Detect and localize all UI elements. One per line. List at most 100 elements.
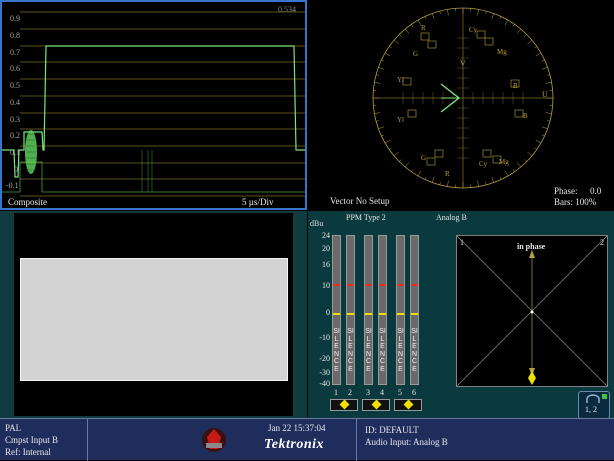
audio-panel[interactable]: dBu PPM Type 2 Analog B 242016100-10-20-… [308, 211, 614, 418]
channel-label: 6 [412, 388, 416, 397]
output-active-indicator [602, 394, 607, 399]
meter-bar: SILENCE [332, 235, 341, 385]
scale-label: 0.7 [10, 48, 20, 57]
channel-label: 3 [366, 388, 370, 397]
meter-silence-text: SILENCE [365, 328, 372, 373]
speaker-output-button[interactable]: 1, 2 [578, 391, 610, 419]
reference-marker [365, 313, 372, 315]
db-scale-label: 16 [322, 260, 330, 269]
phase-diamond [372, 400, 382, 410]
v-axis-label: V [460, 59, 466, 68]
peak-marker [379, 284, 386, 286]
phase-indicator: in phase [517, 242, 545, 251]
brand-logo: Tektronix [264, 437, 324, 453]
scale-label: 0.2 [10, 131, 20, 140]
ppm-label: PPM Type 2 [346, 213, 386, 222]
lissajous-display: 1 2 in phase [456, 235, 608, 387]
scale-label: 0.9 [10, 14, 20, 23]
date-time: Jan 22 15:37:04 [268, 423, 326, 433]
target-label: Mg [499, 158, 509, 166]
meter-bar: SILENCE [378, 235, 387, 385]
target-label: R [445, 170, 450, 178]
target-label: B [513, 82, 518, 90]
channel-label: 1 [334, 388, 338, 397]
video-input: Cmpst Input B [5, 435, 58, 445]
u-axis-label: U [542, 90, 548, 99]
scale-label: 0.1 [10, 148, 20, 157]
scale-label: 0.6 [10, 64, 20, 73]
scale-label: 0.3 [10, 115, 20, 124]
waveform-mode-label: Composite [8, 197, 47, 207]
phase-diamond [404, 400, 414, 410]
target-label: G [413, 50, 418, 58]
target-label: G [421, 154, 426, 162]
device-id: ID: DEFAULT [365, 425, 419, 435]
db-scale-label: 10 [322, 281, 330, 290]
target-label: Cy [479, 160, 488, 168]
target-label: B [523, 112, 528, 120]
reference-marker [379, 313, 386, 315]
status-bar: PAL Cmpst Input B Ref: Internal Jan 22 1… [0, 418, 614, 460]
reference-source: Ref: Internal [5, 447, 51, 457]
waveform-trace [2, 46, 305, 192]
reference-marker [411, 313, 418, 315]
alarm-icon[interactable] [196, 425, 232, 455]
db-scale-label: -20 [319, 354, 330, 363]
channel-label: 4 [380, 388, 384, 397]
meter-silence-text: SILENCE [379, 328, 386, 373]
scale-label: 0.4 [10, 98, 20, 107]
bars-label: Bars: 100% [554, 197, 596, 207]
vectorscope-panel[interactable]: V U R Mg Yl B G Cy Yl Cy G R Mg B Vector… [308, 0, 614, 210]
picture-image [20, 258, 288, 381]
peak-marker [411, 284, 418, 286]
cursor-readout: 0.534 [278, 5, 296, 14]
reference-marker [347, 313, 354, 315]
peak-marker [333, 284, 340, 286]
device-info[interactable]: ID: DEFAULT Audio Input: Analog B [356, 419, 614, 461]
target-label: Cy [469, 26, 478, 34]
phase-diamond [340, 400, 350, 410]
db-scale-label: 24 [322, 231, 330, 240]
meter-bar: SILENCE [346, 235, 355, 385]
meter-silence-text: SILENCE [347, 328, 354, 373]
phase-label: Phase: [554, 186, 578, 196]
pair-phase-indicator [362, 399, 390, 411]
db-scale-label: 20 [322, 244, 330, 253]
lissajous-left-label: 1 [460, 238, 464, 247]
channel-label: 2 [348, 388, 352, 397]
vectorscope-graticule: V U R Mg Yl B G Cy Yl Cy G R Mg B [308, 0, 614, 210]
video-standard: PAL [5, 423, 21, 433]
peak-marker [347, 284, 354, 286]
picture-panel[interactable] [0, 211, 307, 418]
meter-bar: SILENCE [410, 235, 419, 385]
db-scale-label: -40 [319, 379, 330, 388]
timebase-label: 5 µs/Div [242, 197, 273, 207]
target-label: Mg [497, 48, 507, 56]
meter-bar: SILENCE [396, 235, 405, 385]
scale-label: 0.5 [10, 81, 20, 90]
pair-phase-indicator [394, 399, 422, 411]
audio-input-label: Analog B [436, 213, 467, 222]
pair-phase-indicator [330, 399, 358, 411]
lissajous-right-label: 2 [600, 238, 604, 247]
phase-value: 0.0 [590, 186, 601, 196]
db-scale-label: -30 [319, 368, 330, 377]
meter-silence-text: SILENCE [333, 328, 340, 373]
signal-info[interactable]: PAL Cmpst Input B Ref: Internal [0, 419, 88, 461]
speaker-channels: 1, 2 [585, 405, 597, 414]
peak-marker [365, 284, 372, 286]
vector-setup-label: Vector No Setup [330, 196, 390, 206]
target-label: Yl [397, 76, 404, 84]
audio-input-status: Audio Input: Analog B [365, 437, 448, 447]
reference-marker [333, 313, 340, 315]
reference-marker [397, 313, 404, 315]
waveform-panel[interactable]: 0.9 0.8 0.7 0.6 0.5 0.4 0.3 0.2 0.1 0 -0… [0, 0, 307, 210]
headphones-icon [585, 394, 601, 404]
meter-bar: SILENCE [364, 235, 373, 385]
scale-label: 0 [14, 165, 18, 174]
peak-marker [397, 284, 404, 286]
target-label: Yl [397, 116, 404, 124]
meter-silence-text: SILENCE [397, 328, 404, 373]
target-label: R [421, 24, 426, 32]
channel-label: 5 [398, 388, 402, 397]
